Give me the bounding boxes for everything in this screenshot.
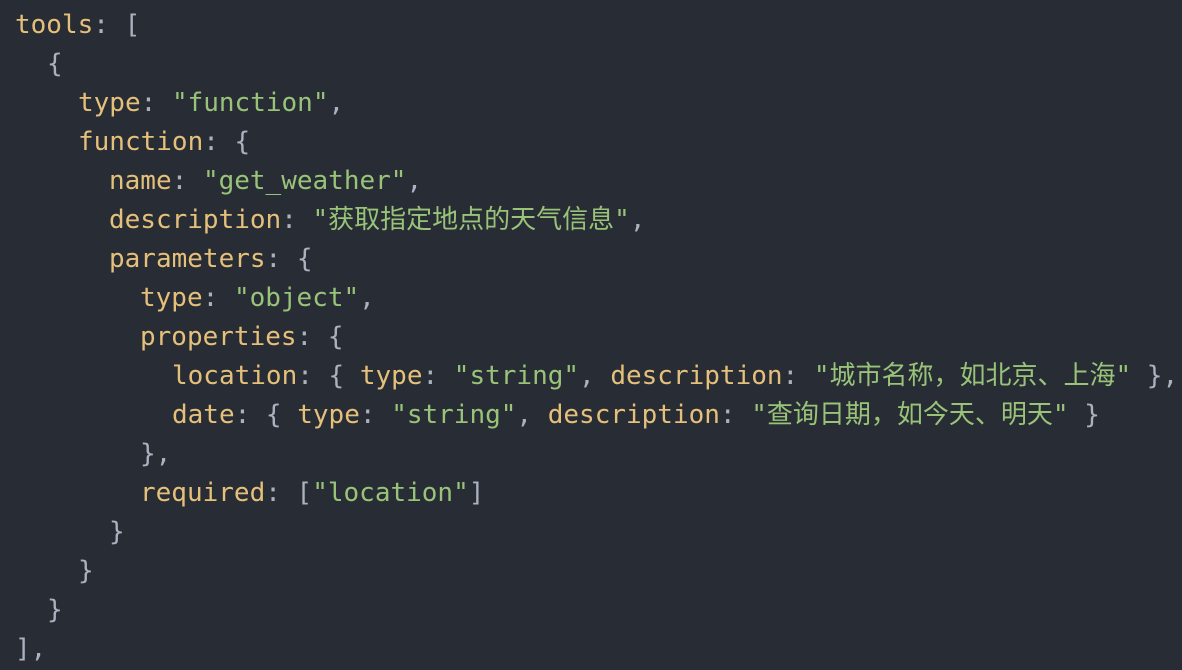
code-key: properties	[140, 322, 297, 352]
code-line-16: }	[15, 591, 63, 630]
code-key: type	[359, 361, 423, 391]
code-punct: :	[202, 283, 234, 313]
code-punct: ]	[468, 478, 485, 508]
code-string: "location"	[312, 478, 469, 508]
code-line-6: description: "获取指定地点的天气信息",	[15, 201, 645, 240]
code-string: "get_weather"	[202, 166, 407, 196]
code-editor: tools: [ { type: "function", function: {…	[0, 0, 1182, 670]
code-line-3: type: "function",	[15, 84, 344, 123]
code-punct: }	[1068, 400, 1100, 430]
code-punct: : {	[296, 322, 344, 352]
code-string: "object"	[233, 283, 360, 313]
code-key: location	[172, 361, 298, 391]
code-string: "string"	[391, 400, 517, 430]
code-key: type	[140, 283, 203, 313]
code-string: "string"	[453, 361, 580, 391]
code-punct: :	[171, 166, 203, 196]
code-string: "城市名称，如北京、上海"	[813, 361, 1132, 391]
code-key: date	[172, 400, 235, 430]
code-line-12: },	[15, 435, 171, 474]
code-line-7: parameters: {	[15, 240, 313, 279]
code-line-5: name: "get_weather",	[15, 162, 422, 201]
code-punct: : {	[265, 244, 313, 274]
code-line-17: ],	[15, 630, 46, 669]
code-punct: :	[782, 361, 814, 391]
code-punct: },	[1131, 361, 1179, 391]
code-key: tools	[15, 10, 94, 40]
code-key: function	[78, 127, 204, 157]
code-line-14: }	[15, 513, 125, 552]
code-punct: : {	[234, 400, 298, 430]
code-punct: :	[719, 400, 752, 430]
code-line-4: function: {	[15, 123, 250, 162]
code-string: "查询日期，如今天、明天"	[751, 400, 1069, 430]
code-line-1: tools: [	[15, 6, 140, 45]
code-punct: }	[47, 595, 63, 625]
code-key: description	[610, 361, 783, 391]
code-punct: }	[109, 517, 125, 547]
code-punct: ,	[629, 205, 646, 235]
code-punct: ,	[406, 166, 423, 196]
code-key: type	[78, 88, 141, 118]
code-punct: : [	[93, 10, 141, 40]
code-punct: :	[359, 400, 392, 430]
code-key: description	[547, 400, 720, 430]
code-punct: ,	[359, 283, 375, 313]
code-punct: ],	[15, 634, 47, 664]
code-punct: },	[140, 439, 172, 469]
code-line-2: {	[15, 45, 63, 84]
code-punct: }	[78, 556, 94, 586]
code-key: name	[109, 166, 172, 196]
code-line-11: date: { type: "string", description: "查询…	[15, 396, 1100, 435]
code-string: "获取指定地点的天气信息"	[312, 205, 630, 235]
code-key: parameters	[109, 244, 266, 274]
code-punct: ,	[516, 400, 548, 430]
code-punct: : {	[297, 361, 360, 391]
code-key: required	[140, 478, 266, 508]
code-punct: :	[281, 205, 313, 235]
code-punct: : {	[203, 127, 251, 157]
code-punct: {	[47, 49, 63, 79]
code-punct: ,	[328, 88, 345, 118]
code-key: description	[109, 205, 282, 235]
code-punct: : [	[265, 478, 313, 508]
code-punct: ,	[579, 361, 611, 391]
code-line-15: }	[15, 552, 94, 591]
code-punct: :	[422, 361, 454, 391]
code-line-13: required: ["location"]	[15, 474, 484, 513]
code-string: "function"	[171, 88, 329, 118]
code-punct: :	[140, 88, 172, 118]
code-line-9: properties: {	[15, 318, 344, 357]
code-line-8: type: "object",	[15, 279, 375, 318]
code-key: type	[297, 400, 360, 430]
code-line-10: location: { type: "string", description:…	[15, 357, 1178, 396]
